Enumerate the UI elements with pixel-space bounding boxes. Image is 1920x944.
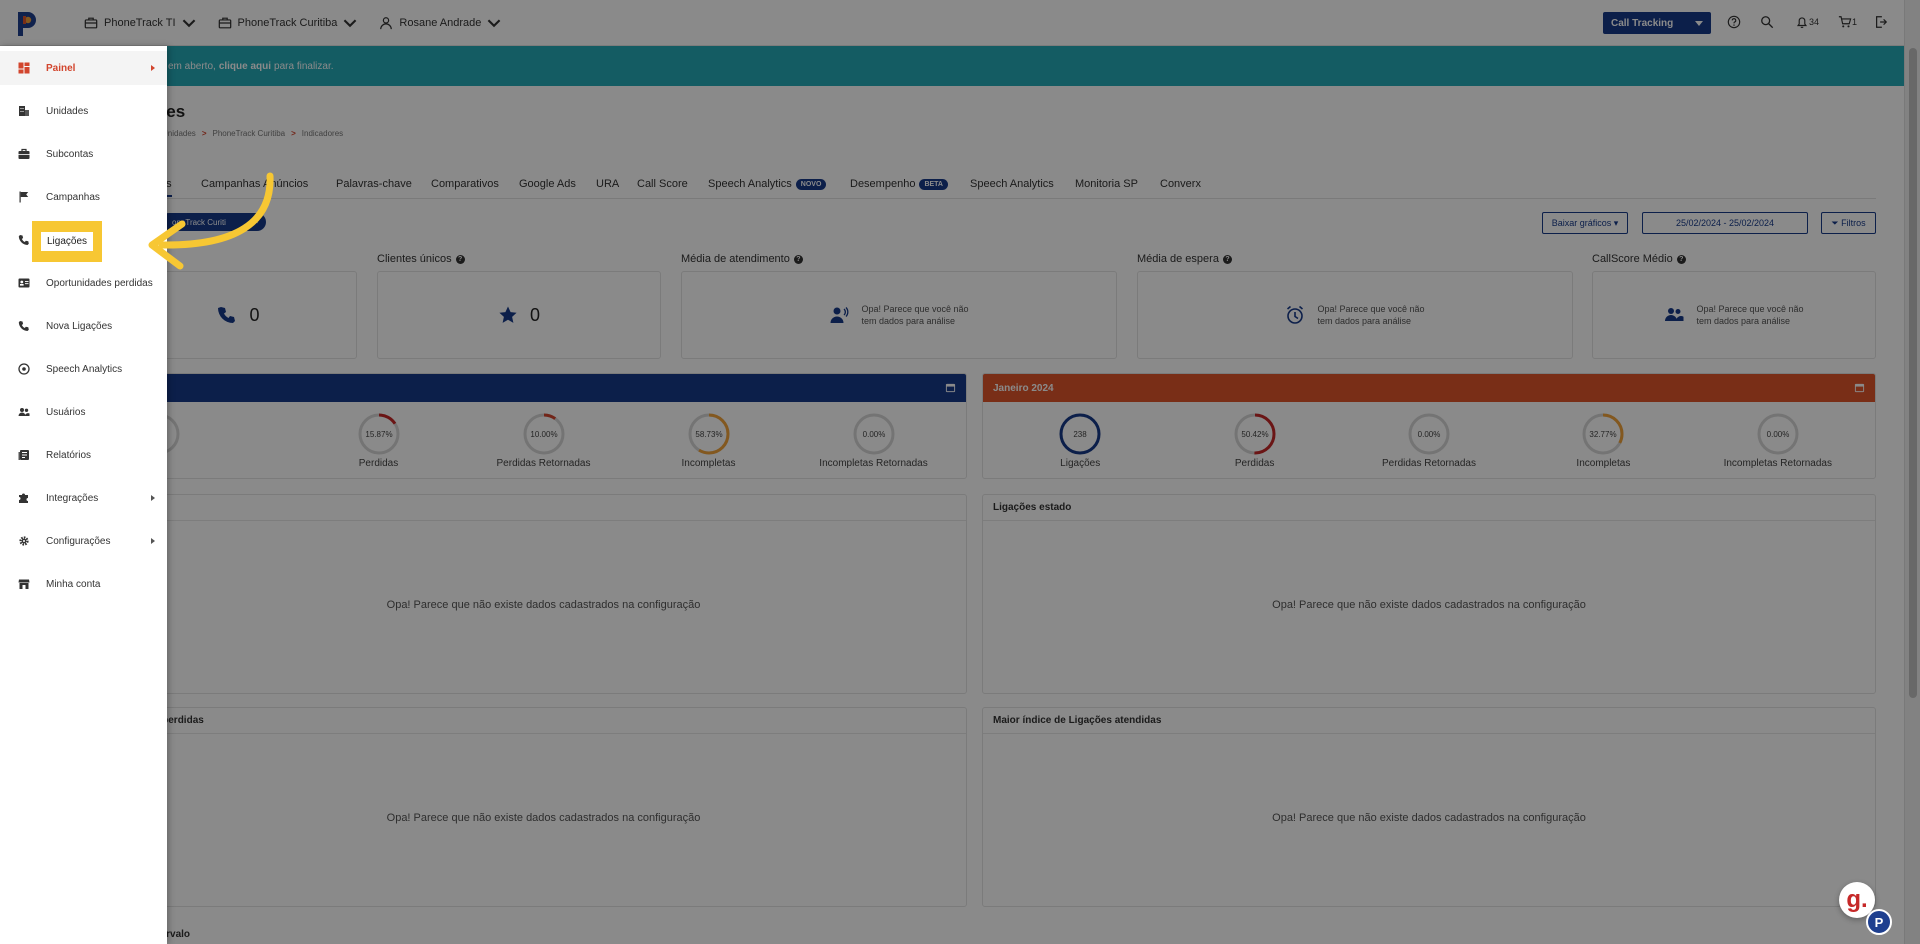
sidebar-item-relatorios[interactable]: Relatórios (0, 438, 167, 472)
sidebar-item-label: Nova Ligações (46, 320, 113, 332)
report-icon (18, 450, 29, 460)
sidebar-item-label: Unidades (46, 105, 89, 117)
tutorial-arrow-icon (148, 172, 274, 270)
sidebar-item-configuracoes[interactable]: Configurações (0, 524, 167, 558)
sidebar-item-painel[interactable]: Painel (0, 51, 167, 85)
sidebar-item-label: Integrações (46, 492, 99, 504)
sidebar-item-label: Oportunidades perdidas (46, 277, 153, 289)
sidebar-item-usuarios[interactable]: Usuários (0, 395, 167, 429)
chevron-right-icon (151, 495, 155, 501)
building-icon (19, 106, 29, 116)
chat-logo-icon: P (1874, 914, 1884, 930)
sidebar-item-label: Minha conta (46, 578, 101, 590)
menu-backdrop[interactable] (0, 0, 1920, 944)
sidebar-item-nova-ligacoes[interactable]: Nova Ligações (0, 309, 167, 343)
sidebar-item-label: Configurações (46, 535, 111, 547)
chevron-right-icon (151, 65, 155, 71)
sidebar-item-unidades[interactable]: Unidades (0, 94, 167, 128)
chevron-right-icon (151, 538, 155, 544)
store-icon (18, 579, 30, 589)
support-chat-button[interactable]: P (1866, 909, 1892, 935)
sidebar-item-label: Usuários (46, 406, 86, 418)
sidebar-item-speech-analytics[interactable]: Speech Analytics (0, 352, 167, 386)
sidebar-item-label: Painel (46, 62, 76, 74)
briefcase-icon (18, 148, 30, 159)
phone-icon (18, 235, 29, 245)
id-card-icon (18, 278, 30, 288)
sidebar-item-label: Campanhas (46, 191, 100, 203)
sidebar-item-label: Speech Analytics (46, 363, 123, 375)
sidebar-item-minha-conta[interactable]: Minha conta (0, 567, 167, 601)
gear-icon (19, 536, 29, 546)
sidebar-item-label: Subcontas (46, 148, 94, 160)
sidebar-item-integracoes[interactable]: Integrações (0, 481, 167, 515)
phone-icon (18, 321, 29, 331)
highlighted-menu-label: Ligações (40, 232, 94, 251)
speech-icon (18, 363, 30, 375)
dashboard-icon (18, 62, 30, 74)
users-icon (18, 408, 30, 416)
guide-g-icon: g. (1846, 886, 1868, 913)
sidebar-item-subcontas[interactable]: Subcontas (0, 137, 167, 171)
flag-icon (19, 191, 29, 203)
puzzle-icon (19, 493, 28, 503)
sidebar-item-label: Relatórios (46, 449, 92, 461)
highlighted-menu-item-ligacoes[interactable]: Ligações (32, 221, 102, 262)
